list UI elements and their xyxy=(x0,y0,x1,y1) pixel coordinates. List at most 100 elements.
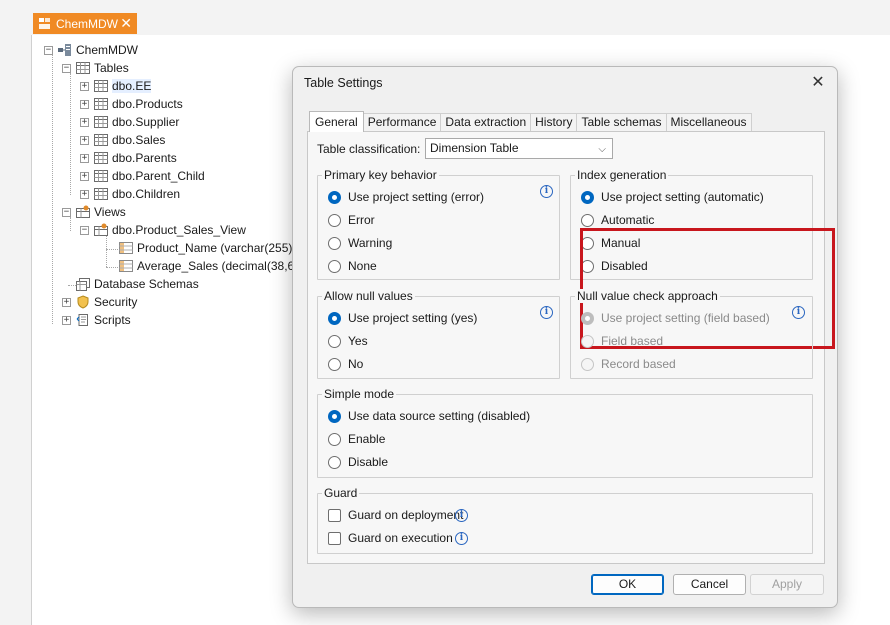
radio-indicator xyxy=(328,334,341,348)
radio-indicator xyxy=(581,334,594,348)
expand-toggle[interactable]: + xyxy=(80,153,89,163)
close-icon[interactable]: ✕ xyxy=(808,73,828,93)
checkbox-guard-deployment[interactable]: Guard on deployment xyxy=(328,508,463,522)
option-label: Guard on execution xyxy=(348,531,453,545)
tab-table-schemas[interactable]: Table schemas xyxy=(576,113,667,132)
checkbox-indicator xyxy=(328,531,341,545)
info-icon[interactable]: i xyxy=(455,509,468,522)
table-folder-icon xyxy=(75,61,91,75)
collapse-toggle[interactable]: − xyxy=(62,63,71,73)
tree-node-table-sales[interactable]: + dbo.Sales xyxy=(80,131,165,149)
radio-simple-source-setting[interactable]: Use data source setting (disabled) xyxy=(328,409,530,423)
tree-node-table-parent-child[interactable]: + dbo.Parent_Child xyxy=(80,167,205,185)
collapse-toggle[interactable]: − xyxy=(62,207,71,217)
expand-toggle[interactable]: + xyxy=(80,117,89,127)
radio-simple-enable[interactable]: Enable xyxy=(328,432,385,446)
option-label: Disabled xyxy=(601,259,648,273)
info-icon[interactable]: i xyxy=(792,306,805,319)
radio-null-project-setting[interactable]: Use project setting (yes) xyxy=(328,311,477,325)
tree-node-tables[interactable]: − Tables xyxy=(62,59,129,77)
radio-indicator xyxy=(581,311,594,325)
group-title: Primary key behavior xyxy=(322,168,439,182)
tree-node-views[interactable]: − Views xyxy=(62,203,126,221)
tab-history[interactable]: History xyxy=(530,113,578,132)
chevron-down-icon: ⌵ xyxy=(598,144,606,155)
radio-pk-none[interactable]: None xyxy=(328,259,377,273)
radio-indicator xyxy=(581,259,594,273)
tree-node-table-parents[interactable]: + dbo.Parents xyxy=(80,149,177,167)
cancel-button[interactable]: Cancel xyxy=(673,574,746,595)
tree-node-security[interactable]: + Security xyxy=(62,293,137,311)
expand-toggle[interactable]: + xyxy=(62,315,71,325)
tab-miscellaneous[interactable]: Miscellaneous xyxy=(665,113,752,132)
option-label: Guard on deployment xyxy=(348,508,464,522)
close-tab-icon[interactable]: ✕ xyxy=(120,15,132,32)
tree-node-table-products[interactable]: + dbo.Products xyxy=(80,95,183,113)
tree-guide-line xyxy=(52,55,53,324)
tab-data-extraction[interactable]: Data extraction xyxy=(440,113,532,132)
radio-index-project-setting[interactable]: Use project setting (automatic) xyxy=(581,190,764,204)
radio-index-manual[interactable]: Manual xyxy=(581,236,640,250)
collapse-toggle[interactable]: − xyxy=(44,45,53,55)
table-classification-value: Dimension Table xyxy=(430,141,519,155)
tree-node-label: Views xyxy=(94,205,126,219)
radio-pk-error[interactable]: Error xyxy=(328,213,375,227)
field-icon xyxy=(118,259,134,273)
collapse-toggle[interactable]: − xyxy=(80,225,89,235)
ok-button[interactable]: OK xyxy=(591,574,664,595)
radio-pk-warning[interactable]: Warning xyxy=(328,236,392,250)
radio-null-no[interactable]: No xyxy=(328,357,363,371)
radio-indicator xyxy=(328,259,341,273)
tree-node-field-average-sales[interactable]: Average_Sales (decimal(38,6)) xyxy=(118,257,302,275)
info-icon[interactable]: i xyxy=(455,532,468,545)
dialog-title: Table Settings xyxy=(304,76,383,90)
option-label: Automatic xyxy=(601,213,655,227)
tree-node-label: Security xyxy=(94,295,138,309)
expand-toggle[interactable]: + xyxy=(80,81,89,91)
tree-node-table-supplier[interactable]: + dbo.Supplier xyxy=(80,113,179,131)
table-icon xyxy=(93,187,109,201)
tab-performance[interactable]: Performance xyxy=(362,113,442,132)
tree-node-table-children[interactable]: + dbo.Children xyxy=(80,185,180,203)
group-title: Null value check approach xyxy=(575,289,720,303)
tree-node-scripts[interactable]: + Scripts xyxy=(62,311,131,329)
radio-index-automatic[interactable]: Automatic xyxy=(581,213,654,227)
info-icon[interactable]: i xyxy=(540,185,553,198)
primary-key-group: Primary key behavior Use project setting… xyxy=(317,168,560,280)
expand-toggle[interactable]: + xyxy=(80,99,89,109)
tree-node-table-ee[interactable]: + dbo.EE xyxy=(80,77,152,95)
table-icon xyxy=(93,97,109,111)
general-tab-panel: Table classification: Dimension Table ⌵ … xyxy=(307,131,835,564)
radio-nullcheck-project-setting: Use project setting (field based) xyxy=(581,311,770,325)
expand-toggle[interactable]: + xyxy=(62,297,71,307)
document-tab-chemmdw[interactable]: ChemMDW ✕ xyxy=(33,13,137,34)
radio-index-disabled[interactable]: Disabled xyxy=(581,259,648,273)
radio-indicator xyxy=(328,455,341,469)
table-icon xyxy=(93,115,109,129)
tree-node-field-product-name[interactable]: Product_Name (varchar(255)) xyxy=(118,239,296,257)
expand-toggle[interactable]: + xyxy=(80,171,89,181)
expand-toggle[interactable]: + xyxy=(80,135,89,145)
document-tab-strip: ChemMDW ✕ xyxy=(0,0,890,35)
table-icon xyxy=(93,133,109,147)
checkbox-guard-execution[interactable]: Guard on execution xyxy=(328,531,453,545)
option-label: Manual xyxy=(601,236,641,250)
radio-pk-project-setting[interactable]: Use project setting (error) xyxy=(328,190,484,204)
table-classification-select[interactable]: Dimension Table ⌵ xyxy=(425,138,613,159)
radio-indicator xyxy=(328,236,341,250)
option-label: Yes xyxy=(348,334,368,348)
radio-indicator xyxy=(328,213,341,227)
radio-null-yes[interactable]: Yes xyxy=(328,334,368,348)
radio-indicator xyxy=(328,409,341,423)
table-icon xyxy=(93,151,109,165)
expand-toggle[interactable]: + xyxy=(80,189,89,199)
tree-node-label: Tables xyxy=(94,61,129,75)
tree-node-label: ChemMDW xyxy=(76,43,138,57)
tab-general[interactable]: General xyxy=(309,111,364,132)
info-icon[interactable]: i xyxy=(540,306,553,319)
radio-simple-disable[interactable]: Disable xyxy=(328,455,388,469)
radio-indicator xyxy=(581,213,594,227)
tree-node-view-product-sales[interactable]: − dbo.Product_Sales_View xyxy=(80,221,246,239)
tree-node-root[interactable]: − ChemMDW xyxy=(44,41,138,59)
tree-node-database-schemas[interactable]: Database Schemas xyxy=(75,275,199,293)
